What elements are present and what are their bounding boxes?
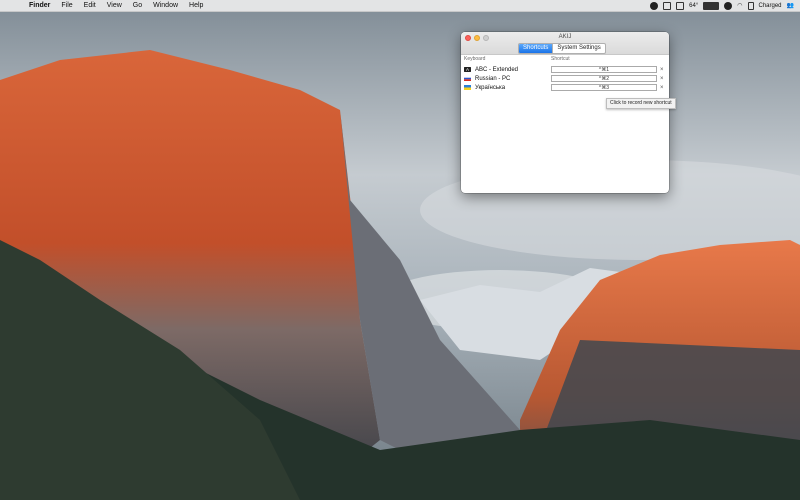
column-header-shortcut: Shortcut (551, 56, 570, 62)
clear-shortcut-icon[interactable]: × (660, 84, 664, 92)
clear-shortcut-icon[interactable]: × (660, 66, 664, 74)
wifi-icon[interactable]: ◠ (737, 2, 742, 10)
keyboard-name: Українська (475, 85, 506, 91)
user-icon[interactable]: 👥 (787, 2, 794, 10)
akij-status-icon[interactable] (724, 1, 733, 10)
window-titlebar[interactable]: AKIJ Shortcuts System Settings (461, 32, 669, 55)
russian-flag-icon (464, 76, 471, 81)
shortcut-field[interactable]: ^⌘2 (551, 75, 657, 82)
tab-shortcuts[interactable]: Shortcuts (519, 44, 553, 53)
keyboard-row: Українська ^⌘3 × (461, 84, 669, 92)
menu-file[interactable]: File (61, 0, 72, 11)
menu-help[interactable]: Help (189, 0, 203, 11)
battery-status[interactable]: Charged (759, 3, 782, 9)
battery-icon[interactable] (747, 1, 754, 10)
akij-window: AKIJ Shortcuts System Settings Keyboard … (461, 32, 669, 193)
desktop-wallpaper (0, 0, 800, 500)
status-area: 64° ◠ Charged 👥 (650, 0, 794, 11)
svg-text:A: A (466, 67, 469, 72)
menu-finder[interactable]: Finder (29, 0, 50, 11)
column-header-keyboard: Keyboard (464, 56, 486, 62)
cpu-meter-icon[interactable] (703, 1, 720, 10)
menu-bar: Finder File Edit View Go Window Help 64°… (0, 0, 800, 12)
abc-extended-icon: A (464, 67, 471, 72)
input-source-icon[interactable] (650, 1, 659, 10)
temperature-readout[interactable]: 64° (689, 3, 698, 9)
keyboard-row: Russian - PC ^⌘2 × (461, 75, 669, 83)
menu-view[interactable]: View (107, 0, 122, 11)
clear-shortcut-icon[interactable]: × (660, 75, 664, 83)
tab-switcher: Shortcuts System Settings (518, 43, 606, 54)
tab-system-settings[interactable]: System Settings (552, 44, 604, 53)
window-title: AKIJ (558, 34, 572, 40)
keyboard-name: Russian - PC (475, 76, 511, 82)
shortcut-tooltip: Click to record new shortcut (606, 98, 676, 109)
keyboard-row: A ABC - Extended ^⌘1 × (461, 66, 669, 74)
shortcut-field[interactable]: ^⌘1 (551, 66, 657, 73)
shortcut-field[interactable]: ^⌘3 (551, 84, 657, 91)
weather-icon[interactable] (676, 1, 685, 10)
menu-go[interactable]: Go (133, 0, 142, 11)
menu-edit[interactable]: Edit (84, 0, 96, 11)
keyboard-name: ABC - Extended (475, 67, 519, 73)
ukrainian-flag-icon (464, 85, 471, 90)
menu-window[interactable]: Window (153, 0, 178, 11)
display-icon[interactable] (663, 1, 672, 10)
